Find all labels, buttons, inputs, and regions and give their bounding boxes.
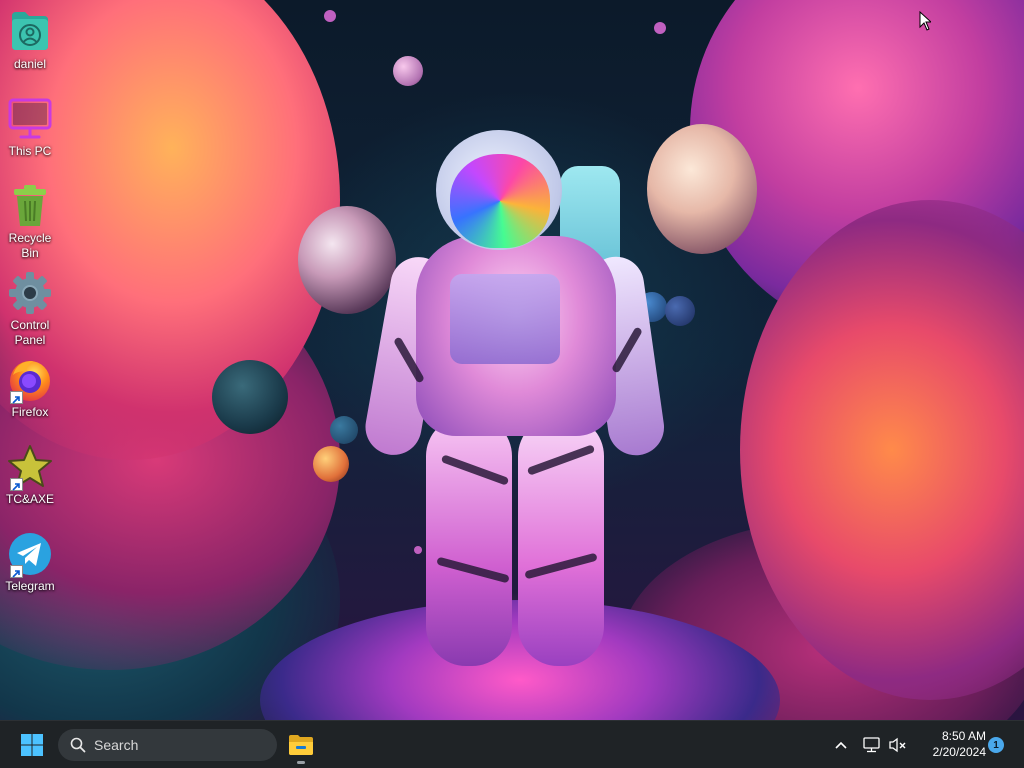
desktop-icon-label: TC&AXE <box>5 492 54 506</box>
search-label: Search <box>94 737 139 753</box>
wallpaper-planet <box>212 360 288 434</box>
volume-button[interactable] <box>888 733 908 757</box>
desktop-icon-label: daniel <box>13 57 47 71</box>
mouse-cursor-icon <box>919 11 931 31</box>
notification-badge[interactable]: 1 <box>988 737 1004 753</box>
desktop-icon-label: Firefox <box>11 405 49 419</box>
search-icon <box>70 737 86 753</box>
windows-logo-icon <box>21 734 43 756</box>
wallpaper-planet <box>393 56 423 86</box>
shortcut-arrow-icon <box>10 391 23 404</box>
desktop-icon-firefox[interactable]: Firefox <box>0 356 60 420</box>
volume-muted-icon <box>889 737 906 753</box>
telegram-icon <box>6 530 54 578</box>
taskbar-file-explorer-button[interactable] <box>284 727 318 763</box>
show-hidden-icons-button[interactable] <box>830 733 852 757</box>
gear-icon <box>6 269 54 317</box>
desktop-icon-daniel[interactable]: daniel <box>0 8 60 72</box>
shortcut-arrow-icon <box>10 478 23 491</box>
desktop-icon-label: Recycle Bin <box>8 231 52 260</box>
wallpaper-planet <box>330 416 358 444</box>
desktop-wallpaper <box>0 0 1024 720</box>
taskbar-clock[interactable]: 8:50 AM 2/20/2024 <box>914 728 986 762</box>
desktop-icon-tc-axe[interactable]: TC&AXE <box>0 443 60 507</box>
user-folder-icon <box>6 8 54 56</box>
network-status-button[interactable] <box>862 733 882 757</box>
desktop-icon-label: Control Panel <box>10 318 50 347</box>
clock-time: 8:50 AM <box>941 729 986 743</box>
wallpaper-planet <box>313 446 349 482</box>
desktop-icon-control-panel[interactable]: Control Panel <box>0 269 60 348</box>
desktop-icon-recycle-bin[interactable]: Recycle Bin <box>0 182 60 261</box>
clock-date: 2/20/2024 <box>932 745 986 759</box>
firefox-icon <box>6 356 54 404</box>
folder-icon <box>289 735 313 755</box>
monitor-icon <box>6 95 54 143</box>
wallpaper-star <box>324 10 336 22</box>
desktop-icon-telegram[interactable]: Telegram <box>0 530 60 594</box>
chevron-up-icon <box>835 741 847 749</box>
astronaut-illustration <box>361 126 670 686</box>
taskbar-search-box[interactable]: Search <box>58 729 277 761</box>
recycle-bin-icon <box>6 182 54 230</box>
start-button[interactable] <box>14 729 50 761</box>
shortcut-arrow-icon <box>10 565 23 578</box>
running-indicator <box>297 761 305 764</box>
desktop-icon-label: Telegram <box>5 579 55 593</box>
desktop-icon-label: This PC <box>8 144 52 158</box>
taskbar: Search 8:50 AM 2/20/2024 1 <box>0 720 1024 768</box>
star-icon <box>6 443 54 491</box>
wallpaper-star <box>654 22 666 34</box>
desktop-icon-this-pc[interactable]: This PC <box>0 95 60 159</box>
network-icon <box>863 737 880 753</box>
